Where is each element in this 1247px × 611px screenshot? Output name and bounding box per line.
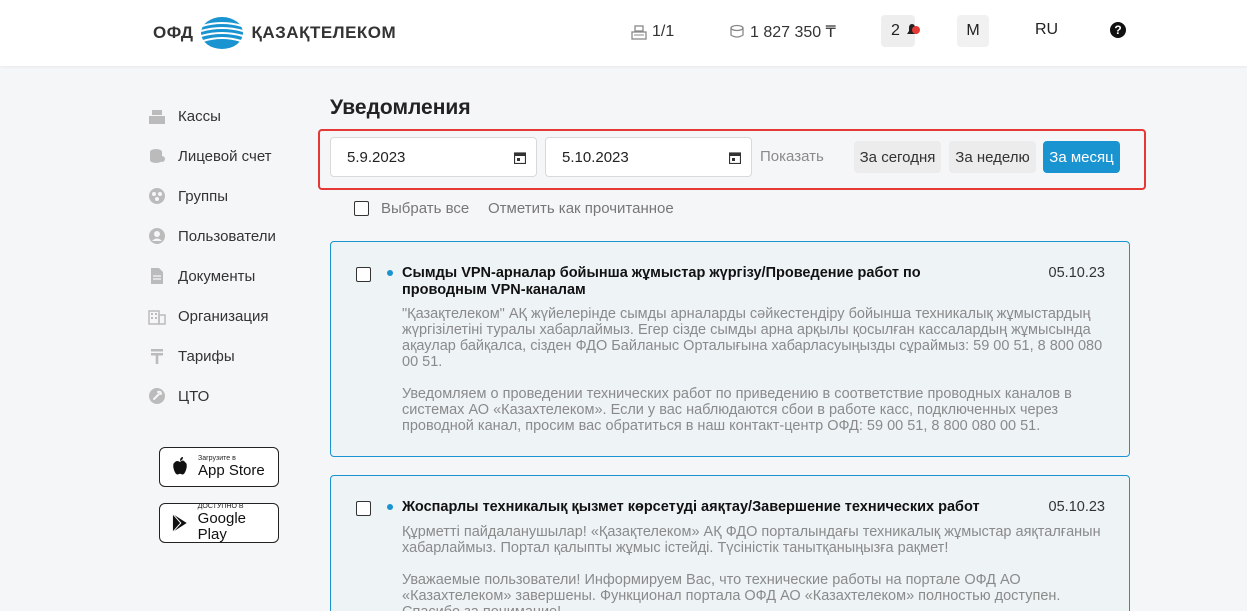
month-button[interactable]: За месяц <box>1043 141 1120 173</box>
notification-text-ru: Уважаемые пользователи! Информируем Вас,… <box>402 572 1061 611</box>
help-icon[interactable]: ? <box>1110 22 1126 38</box>
sidebar-item-label: Группы <box>178 187 228 205</box>
notification-text-kz: Құрметті пайдаланушылар! «Қазақтелеком» … <box>402 524 1101 556</box>
notification-card[interactable]: Сымды VPN-арналар бойынша жұмыстар жүргі… <box>330 241 1130 457</box>
sidebar-item-label: Документы <box>178 267 256 285</box>
notification-card[interactable]: Жоспарлы техникалық қызмет көрсетуді аяқ… <box>330 475 1130 611</box>
google-play-button[interactable]: ДОСТУПНО В Google Play <box>159 503 279 543</box>
document-icon <box>151 268 163 284</box>
google-play-icon <box>172 513 187 533</box>
date-from-value: 5.9.2023 <box>347 148 406 166</box>
cash-register-icon <box>149 110 165 124</box>
notification-checkbox[interactable] <box>356 267 371 282</box>
unread-dot-icon <box>387 504 393 510</box>
user-icon <box>149 228 165 244</box>
cash-registers-value: 1/1 <box>652 23 675 40</box>
notification-title: Жоспарлы техникалық қызмет көрсетуді аяқ… <box>402 499 980 515</box>
sidebar-item-documents[interactable]: Документы <box>148 266 276 286</box>
sidebar-item-organization[interactable]: Организация <box>148 306 276 326</box>
notification-date: 05.10.23 <box>1048 499 1105 515</box>
select-all-checkbox[interactable] <box>354 201 369 216</box>
building-icon <box>148 310 166 325</box>
groups-icon <box>149 188 165 204</box>
sidebar-item-kassy[interactable]: Кассы <box>148 106 276 126</box>
user-initial: M <box>966 22 980 39</box>
calendar-icon[interactable] <box>729 151 741 164</box>
sidebar-item-label: ЦТО <box>178 387 210 405</box>
logo[interactable]: ОФД ҚАЗАҚТЕЛЕКОМ <box>153 16 396 50</box>
tenge-icon <box>151 349 163 364</box>
sidebar-item-label: Тарифы <box>178 347 235 365</box>
notification-date: 05.10.23 <box>1048 265 1105 281</box>
page-title: Уведомления <box>330 96 471 119</box>
logo-prefix: ОФД <box>153 23 194 42</box>
app-store-button[interactable]: Загрузите в App Store <box>159 447 279 487</box>
mark-as-read-button[interactable]: Отметить как прочитанное <box>488 200 674 217</box>
globe-logo-icon <box>201 17 244 49</box>
sidebar-nav: Кассы Лицевой счет Группы Пользователи Д… <box>148 106 276 426</box>
notification-text-ru: Уведомляем о проведении технических рабо… <box>402 386 1072 434</box>
top-header: ОФД ҚАЗАҚТЕЛЕКОМ 1/1 1 827 350 ₸ 2 M RU … <box>0 0 1247 66</box>
sidebar-item-groups[interactable]: Группы <box>148 186 276 206</box>
notification-text-kz: "Қазақтелеком" АҚ жүйелерінде сымды арна… <box>402 306 1103 370</box>
date-to-input[interactable]: 5.10.2023 <box>545 137 752 177</box>
cash-register-icon <box>631 25 647 40</box>
notifications-button[interactable]: 2 <box>881 15 920 47</box>
app-store-big-text: App Store <box>198 462 265 479</box>
unread-dot-icon <box>387 270 393 276</box>
notification-checkbox[interactable] <box>356 501 371 516</box>
sidebar-item-account[interactable]: Лицевой счет <box>148 146 276 166</box>
show-button[interactable]: Показать <box>760 148 824 165</box>
bell-icon <box>907 24 920 34</box>
user-avatar-button[interactable]: M <box>957 15 989 47</box>
today-button[interactable]: За сегодня <box>854 141 941 173</box>
sidebar-item-label: Лицевой счет <box>178 147 272 165</box>
balance-value: 1 827 350 ₸ <box>750 24 836 41</box>
sidebar-item-users[interactable]: Пользователи <box>148 226 276 246</box>
notifications-count: 2 <box>891 22 900 39</box>
sidebar-item-label: Организация <box>178 307 269 325</box>
balance-display[interactable]: 1 827 350 ₸ <box>728 20 836 44</box>
select-all-label: Выбрать все <box>381 200 470 217</box>
calendar-icon[interactable] <box>514 151 526 164</box>
coins-icon <box>730 24 744 38</box>
week-button[interactable]: За неделю <box>949 141 1036 173</box>
select-all-control[interactable]: Выбрать все <box>354 200 469 217</box>
notification-title: Сымды VPN-арналар бойынша жұмыстар жүргі… <box>402 265 921 298</box>
apple-icon <box>173 457 187 475</box>
cash-registers-counter[interactable]: 1/1 <box>630 20 674 44</box>
wrench-icon <box>149 388 165 404</box>
sidebar-item-label: Кассы <box>178 107 221 125</box>
google-play-big-text: Google Play <box>197 510 247 543</box>
date-to-value: 5.10.2023 <box>562 148 629 166</box>
date-from-input[interactable]: 5.9.2023 <box>330 137 537 177</box>
sidebar-item-cto[interactable]: ЦТО <box>148 386 276 406</box>
language-switcher[interactable]: RU <box>1035 21 1058 39</box>
sidebar-item-tariffs[interactable]: Тарифы <box>148 346 276 366</box>
coins-icon <box>150 149 165 163</box>
logo-name: ҚАЗАҚТЕЛЕКОМ <box>251 23 397 42</box>
sidebar-item-label: Пользователи <box>178 227 276 245</box>
